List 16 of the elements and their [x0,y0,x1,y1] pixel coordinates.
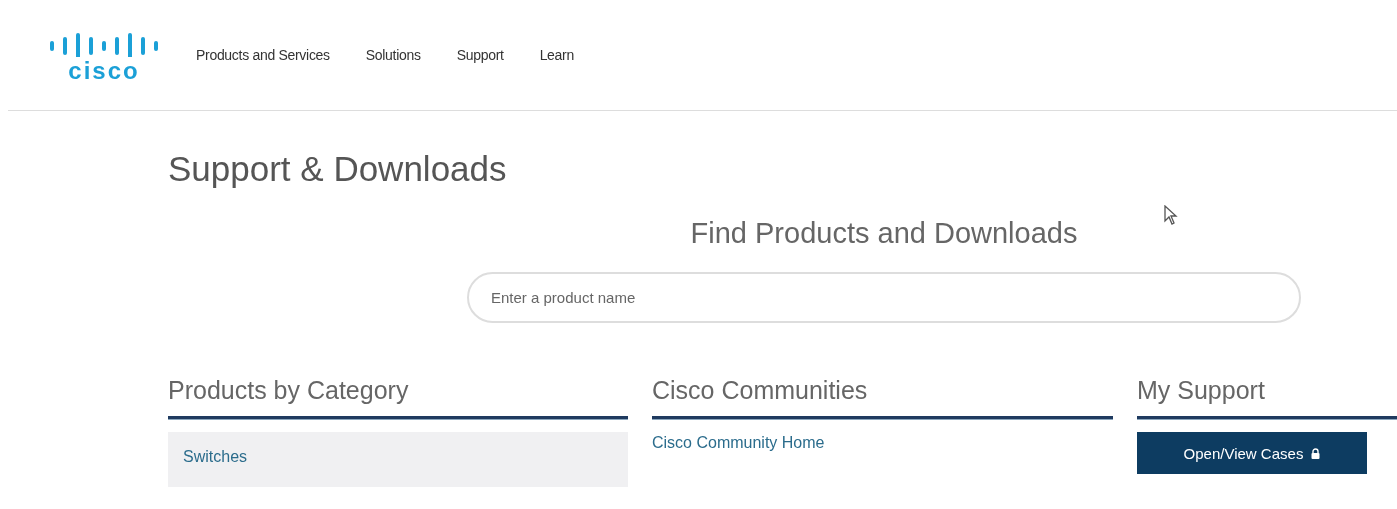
search-field[interactable]: Enter a product name [467,272,1301,323]
nav-link[interactable]: Products and Services [196,47,330,63]
logo-bars-icon [48,33,160,57]
nav-link[interactable]: Learn [539,47,574,63]
column-heading: Cisco Communities [652,375,868,405]
open-cases-button[interactable]: Open/View Cases [1137,432,1367,474]
nav-link[interactable]: Solutions [365,47,421,63]
lock-icon [1311,447,1321,459]
mouse-pointer-icon [1164,205,1178,225]
section-title: Find Products and Downloads [690,216,1078,251]
community-link[interactable]: Cisco Community Home [652,434,825,452]
column-heading: Products by Category [168,375,409,405]
category-item[interactable]: Switches [168,432,628,487]
page-title: Support & Downloads [168,149,508,189]
column-heading: My Support [1137,375,1265,405]
nav-link[interactable]: Support [456,47,504,63]
